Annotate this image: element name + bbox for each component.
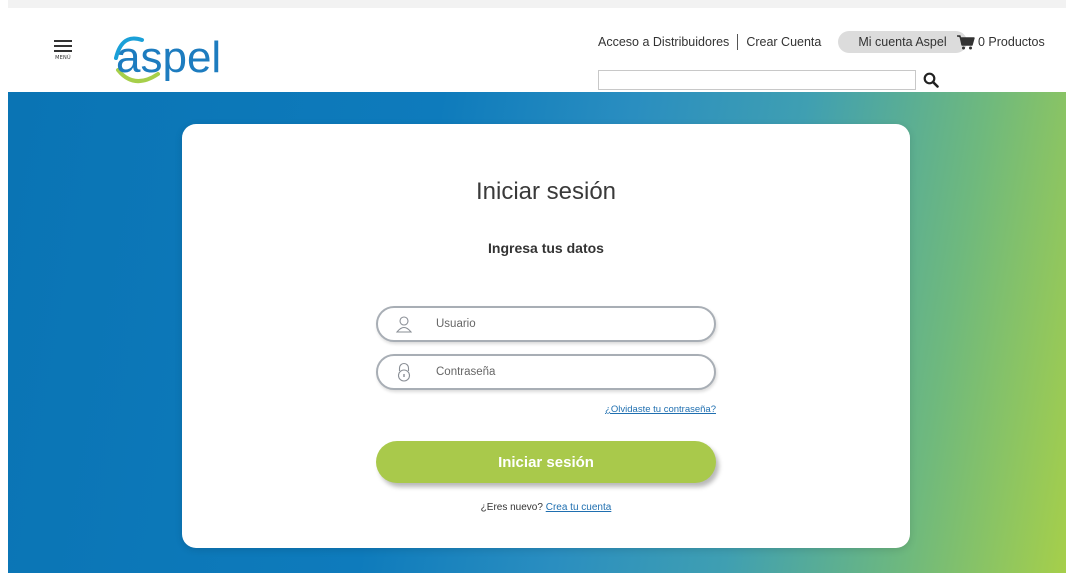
- menu-label: MENÚ: [55, 55, 71, 61]
- user-icon: [394, 314, 414, 334]
- logo-wordmark: aspel: [116, 33, 221, 82]
- login-card: Iniciar sesión Ingresa tus datos ¿Ol: [182, 124, 910, 548]
- search-input[interactable]: [598, 70, 916, 90]
- lock-icon: [394, 362, 414, 382]
- login-button[interactable]: Iniciar sesión: [376, 441, 716, 483]
- cart-count-label: 0 Productos: [978, 35, 1045, 49]
- mi-cuenta-button[interactable]: Mi cuenta Aspel: [838, 31, 967, 53]
- crear-cuenta-link[interactable]: Crear Cuenta: [746, 35, 821, 49]
- search-icon: [923, 72, 939, 88]
- password-field[interactable]: [376, 354, 716, 390]
- login-subtitle: Ingresa tus datos: [488, 240, 604, 256]
- hamburger-icon-bar: [54, 45, 72, 47]
- signup-prompt: ¿Eres nuevo? Crea tu cuenta: [182, 502, 910, 513]
- menu-button[interactable]: MENÚ: [52, 40, 74, 70]
- new-user-text: ¿Eres nuevo?: [480, 502, 543, 513]
- divider: [737, 34, 739, 50]
- username-field[interactable]: [376, 306, 716, 342]
- site-header: MENÚ aspel Acceso a Distribuidores Crear…: [8, 0, 1066, 92]
- aspel-logo-graphic: aspel: [114, 33, 221, 83]
- signup-link[interactable]: Crea tu cuenta: [546, 502, 612, 513]
- top-links: Acceso a Distribuidores Crear Cuenta Mi …: [598, 30, 967, 54]
- hamburger-icon: [54, 40, 72, 42]
- aspel-logo[interactable]: aspel: [112, 28, 242, 88]
- page-title: Iniciar sesión: [475, 178, 617, 205]
- distribuidores-link[interactable]: Acceso a Distribuidores: [598, 35, 729, 49]
- search-button[interactable]: [920, 69, 942, 91]
- username-input[interactable]: [436, 318, 696, 330]
- cart-button[interactable]: 0 Productos: [956, 34, 1045, 50]
- forgot-password-link[interactable]: ¿Olvidaste tu contraseña?: [605, 404, 716, 415]
- password-input[interactable]: [436, 366, 696, 378]
- hamburger-icon-bar: [54, 50, 72, 52]
- cart-icon: [957, 35, 975, 50]
- login-hero: Iniciar sesión Ingresa tus datos ¿Ol: [8, 92, 1066, 573]
